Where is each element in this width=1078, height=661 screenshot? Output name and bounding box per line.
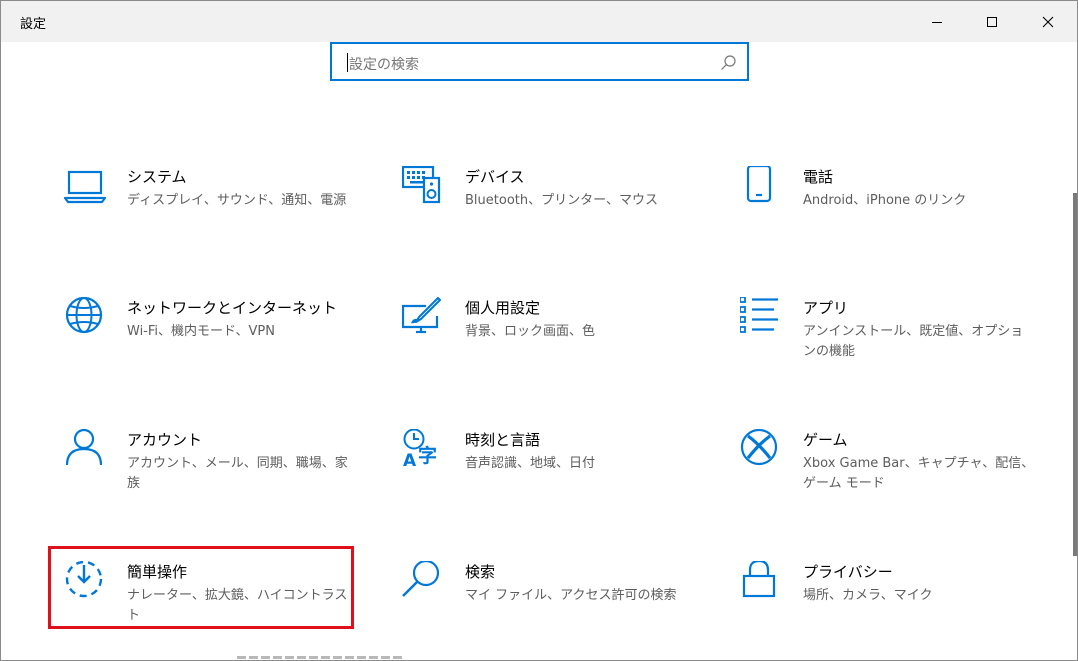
tile-gaming[interactable]: ゲーム Xbox Game Bar、キャプチャ、配信、ゲーム モード [740, 429, 1040, 519]
laptop-icon [64, 166, 108, 210]
tile-search[interactable]: 検索 マイ ファイル、アクセス許可の検索 [402, 561, 702, 651]
tile-title: ネットワークとインターネット [127, 299, 338, 317]
tile-description: ナレーター、拡大鏡、ハイコントラスト [127, 588, 348, 623]
magnifier-icon [402, 561, 446, 605]
person-icon [64, 429, 108, 473]
tile-description: 場所、カメラ、マイク [803, 588, 933, 603]
brush-monitor-icon [402, 297, 446, 341]
search-icon [721, 55, 736, 70]
tile-devices[interactable]: デバイス Bluetooth、プリンター、マウス [402, 166, 702, 256]
tile-time-language[interactable]: A 字 時刻と言語 音声認識、地域、日付 [402, 429, 702, 519]
tile-title: アプリ [803, 299, 849, 317]
tile-description: 背景、ロック画面、色 [465, 324, 596, 339]
tile-ease-of-access[interactable]: 簡単操作 ナレーター、拡大鏡、ハイコントラスト [64, 561, 364, 651]
tile-description: Wi-Fi、機内モード、VPN [127, 324, 275, 339]
minimize-button[interactable] [909, 1, 965, 42]
text-caret [347, 53, 348, 72]
minimize-icon [932, 21, 942, 23]
svg-text:字: 字 [418, 444, 437, 467]
tile-title: 個人用設定 [465, 299, 541, 317]
tile-description: ディスプレイ、サウンド、通知、電源 [127, 193, 347, 208]
keyboard-speaker-icon [402, 166, 446, 210]
tile-description: Android、iPhone のリンク [803, 193, 967, 208]
ease-of-access-icon [64, 561, 108, 605]
tile-title: ゲーム [803, 431, 848, 449]
lock-icon [740, 561, 784, 605]
tile-title: 時刻と言語 [465, 431, 541, 449]
tile-description: Bluetooth、プリンター、マウス [465, 193, 658, 208]
tile-description: マイ ファイル、アクセス許可の検索 [465, 588, 677, 603]
tile-accounts[interactable]: アカウント アカウント、メール、同期、職場、家族 [64, 429, 364, 519]
tile-apps[interactable]: アプリ アンインストール、既定値、オプションの機能 [740, 297, 1040, 387]
tile-description: アンインストール、既定値、オプションの機能 [803, 324, 1024, 359]
settings-window: 設定 設定の検索 システム ディスプレイ、サウンド、通知、電源 デバイス Blu… [0, 0, 1078, 661]
close-button[interactable] [1020, 1, 1076, 42]
tile-description: Xbox Game Bar、キャプチャ、配信、ゲーム モード [803, 456, 1035, 491]
tile-phone[interactable]: 電話 Android、iPhone のリンク [740, 166, 1040, 256]
window-title: 設定 [20, 17, 47, 32]
next-row-partial [237, 656, 447, 661]
tile-title: 簡単操作 [127, 563, 188, 581]
svg-text:A: A [403, 451, 417, 471]
tile-description: 音声認識、地域、日付 [465, 456, 596, 471]
tile-title: デバイス [465, 168, 525, 186]
list-icon [740, 297, 784, 341]
tile-title: 電話 [803, 168, 834, 186]
tile-title: アカウント [127, 431, 203, 449]
phone-icon [740, 166, 784, 210]
maximize-button[interactable] [964, 1, 1020, 42]
close-icon [1042, 16, 1054, 27]
scrollbar[interactable] [1073, 193, 1077, 556]
tile-network[interactable]: ネットワークとインターネット Wi-Fi、機内モード、VPN [64, 297, 364, 387]
clock-language-icon: A 字 [402, 429, 446, 473]
search-placeholder: 設定の検索 [349, 57, 419, 73]
tile-title: 検索 [465, 563, 496, 581]
globe-icon [64, 297, 108, 341]
tile-personalization[interactable]: 個人用設定 背景、ロック画面、色 [402, 297, 702, 387]
tile-title: システム [127, 168, 187, 186]
tile-privacy[interactable]: プライバシー 場所、カメラ、マイク [740, 561, 1040, 651]
maximize-icon [987, 16, 997, 27]
search-input[interactable]: 設定の検索 [330, 42, 749, 81]
tile-system[interactable]: システム ディスプレイ、サウンド、通知、電源 [64, 166, 364, 256]
tile-title: プライバシー [803, 563, 893, 581]
title-bar[interactable]: 設定 [1, 1, 1077, 42]
tile-description: アカウント、メール、同期、職場、家族 [127, 456, 348, 491]
xbox-icon [740, 429, 784, 473]
